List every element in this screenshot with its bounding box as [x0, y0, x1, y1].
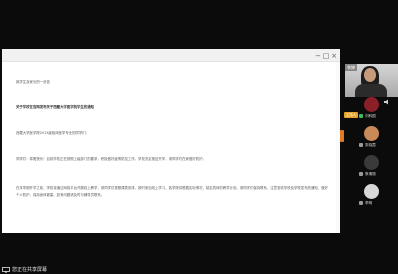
screen-share-icon[interactable] — [2, 267, 10, 273]
participant-video[interactable]: 李婷 — [345, 64, 398, 97]
participant-body — [355, 84, 387, 97]
avatar — [364, 126, 379, 141]
avatar — [364, 97, 379, 112]
minimize-icon[interactable]: − — [314, 52, 322, 60]
mic-icon[interactable] — [359, 114, 363, 118]
participant-name: 李明 — [365, 201, 373, 205]
participant-row[interactable]: 李明 — [344, 184, 398, 206]
document-line: 西藏大学医学院2015级临床医学专业的同学们： — [16, 131, 90, 135]
close-icon[interactable]: × — [330, 52, 338, 60]
participant-name: 蔡清丽 — [365, 172, 376, 176]
avatar — [364, 184, 379, 199]
maximize-icon[interactable]: □ — [322, 52, 330, 60]
mic-icon[interactable] — [359, 201, 363, 205]
speaker-icon — [384, 99, 388, 105]
document-body: 致学生及家长的一封信 关于学校在官网发布关于西藏大学医学院学生的通知 西藏大学医… — [2, 62, 340, 233]
participant-row[interactable]: 刘科国 — [344, 97, 398, 119]
shared-document-window: − □ × 致学生及家长的一封信 关于学校在官网发布关于西藏大学医学院学生的通知… — [2, 49, 340, 233]
participant-name: 张晓霞 — [365, 143, 376, 147]
avatar — [364, 155, 379, 170]
document-toolbar: − □ × — [2, 49, 340, 62]
participants-panel: 李婷 主持人 刘科国 张晓霞 蔡清丽 李明 — [344, 63, 398, 220]
participant-row[interactable]: 张晓霞 — [344, 126, 398, 148]
document-line: 致学生及家长的一封信 — [16, 80, 50, 84]
bottom-bar: 您正在共享屏幕 — [0, 256, 398, 274]
screen-share-status: 您正在共享屏幕 — [12, 267, 48, 273]
participant-row[interactable]: 蔡清丽 — [344, 155, 398, 177]
document-scrollbar[interactable] — [336, 62, 340, 233]
meeting-window: − □ × 致学生及家长的一封信 关于学校在官网发布关于西藏大学医学院学生的通知… — [0, 0, 398, 274]
mic-icon[interactable] — [359, 143, 363, 147]
document-line: 同学们：寒假快乐！目前学校正在按照上级部门的要求，积极做好疫情防控工作。学校决定… — [16, 157, 206, 161]
video-participant-name: 李婷 — [345, 64, 357, 71]
document-paragraph: 在本学期开学之前，学校将通过网络平台开展线上教学，请同学们按照课表安排，按时参加… — [16, 186, 328, 197]
participant-name: 刘科国 — [365, 114, 376, 118]
mic-icon[interactable] — [359, 172, 363, 176]
participant-face — [364, 68, 376, 82]
document-line: 关于学校在官网发布关于西藏大学医学院学生的通知 — [16, 105, 94, 109]
